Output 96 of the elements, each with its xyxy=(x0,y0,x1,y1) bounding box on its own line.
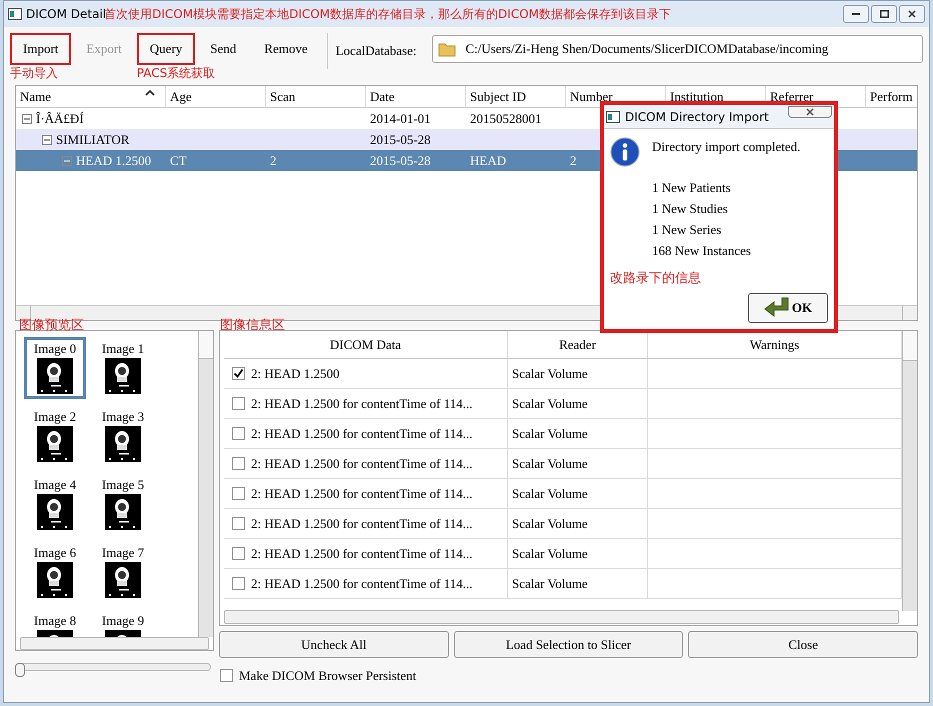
tree-cell-text: SIMILIATOR xyxy=(56,130,130,149)
minimize-icon xyxy=(852,13,860,15)
action-button[interactable]: Uncheck All xyxy=(219,631,449,658)
ok-button[interactable]: OK xyxy=(748,292,828,322)
checkbox[interactable] xyxy=(220,669,233,682)
collapse-icon[interactable] xyxy=(22,114,32,124)
horizontal-scrollbar[interactable] xyxy=(224,610,899,624)
annotation-text: 手动导入 xyxy=(10,66,58,81)
vertical-scrollbar[interactable] xyxy=(902,331,917,611)
database-path-field[interactable]: C:/Users/Zi-Heng Shen/Documents/SlicerDICOMDatabase/incoming xyxy=(432,35,923,63)
maximize-icon xyxy=(880,10,888,18)
maximize-button[interactable] xyxy=(871,5,897,23)
tree-cell-text: 2015-05-28 xyxy=(370,130,431,149)
arrow-icon xyxy=(764,296,790,318)
table-cell-text: 2: HEAD 1.2500 xyxy=(251,364,340,383)
table-cell-text: Scalar Volume xyxy=(512,544,588,563)
collapse-icon[interactable] xyxy=(42,134,52,144)
check-icon xyxy=(233,368,244,379)
column-header[interactable]: Subject ID xyxy=(466,86,566,107)
thumbnail[interactable]: Image 4 xyxy=(24,473,86,535)
table-cell-text: Scalar Volume xyxy=(512,364,588,383)
table-cell-text: 2: HEAD 1.2500 for contentTime of 114... xyxy=(251,394,472,413)
table-cell-text: Scalar Volume xyxy=(512,484,588,503)
tree-cell-text: 2 xyxy=(270,152,276,170)
checkbox[interactable] xyxy=(232,517,245,530)
close-button[interactable] xyxy=(899,5,925,23)
annotation-text: 改路录下的信息 xyxy=(610,270,701,288)
minimize-button[interactable] xyxy=(843,5,869,23)
slider-thumb[interactable] xyxy=(15,663,25,677)
database-label: LocalDatabase: xyxy=(336,42,416,60)
horizontal-scrollbar[interactable] xyxy=(20,637,209,650)
column-header[interactable]: Name xyxy=(16,86,166,107)
action-button[interactable]: Close xyxy=(688,631,918,658)
thumbnail[interactable]: Image 1 xyxy=(92,337,154,399)
checkbox[interactable] xyxy=(232,397,245,410)
table-cell-text: Scalar Volume xyxy=(512,574,588,593)
info-icon xyxy=(610,137,640,167)
column-header[interactable]: DICOM Data xyxy=(224,331,508,358)
toolbar-button[interactable]: Remove xyxy=(251,33,321,65)
table-cell-text: 2: HEAD 1.2500 for contentTime of 114... xyxy=(251,574,472,593)
checkbox[interactable] xyxy=(232,547,245,560)
dialog-title: DICOM Directory Import xyxy=(625,108,769,126)
table-cell-text: Scalar Volume xyxy=(512,394,588,413)
thumbnail[interactable]: Image 7 xyxy=(92,541,154,603)
app-icon xyxy=(8,8,22,20)
checkbox[interactable] xyxy=(232,577,245,590)
thumbnail[interactable]: Image 5 xyxy=(92,473,154,535)
checkbox[interactable] xyxy=(232,427,245,440)
checkbox[interactable] xyxy=(232,487,245,500)
action-button[interactable]: Load Selection to Slicer xyxy=(454,631,684,658)
column-header[interactable]: Perform xyxy=(866,86,917,107)
window-title: DICOM Detail xyxy=(26,6,106,23)
dialog-detail: 168 New Instances xyxy=(652,242,752,260)
table-cell-text: 2: HEAD 1.2500 for contentTime of 114... xyxy=(251,454,472,473)
thumbnail[interactable]: Image 3 xyxy=(92,405,154,467)
thumbnail[interactable]: Image 9 xyxy=(92,609,154,637)
annotation-text: 图像预览区 xyxy=(19,317,84,335)
toolbar-button[interactable]: Import xyxy=(10,33,72,65)
table-cell-text: 2: HEAD 1.2500 for contentTime of 114... xyxy=(251,514,472,533)
sort-caret-icon xyxy=(145,90,155,96)
column-header[interactable]: Age xyxy=(166,86,266,107)
annotation-text: 首次使用DICOM模块需要指定本地DICOM数据库的存储目录，那么所有的DICOM数据都会保存到该目录下 xyxy=(104,6,671,23)
table-cell-text: Scalar Volume xyxy=(512,514,588,533)
app-icon xyxy=(606,110,620,122)
close-icon xyxy=(908,10,916,18)
table-cell-text: Scalar Volume xyxy=(512,424,588,443)
tree-cell-text: HEAD xyxy=(470,152,506,170)
table-cell-text: 2: HEAD 1.2500 for contentTime of 114... xyxy=(251,544,472,563)
tree-cell-text: 20150528001 xyxy=(470,110,542,128)
tree-cell-text: CT xyxy=(170,152,187,170)
thumbnail[interactable]: Image 0 xyxy=(24,337,86,399)
dialog-detail: 1 New Patients xyxy=(652,179,732,197)
checkbox[interactable] xyxy=(232,367,245,380)
tree-cell-text: 2014-01-01 xyxy=(370,110,431,128)
close-icon xyxy=(805,108,815,116)
annotation-text: PACS系统获取 xyxy=(136,66,216,81)
tree-cell-text: 2015-05-28 xyxy=(370,152,431,170)
column-header[interactable]: Date xyxy=(366,86,466,107)
column-header[interactable]: Scan xyxy=(266,86,366,107)
close-button[interactable] xyxy=(788,106,832,118)
dialog-detail: 1 New Studies xyxy=(652,200,729,218)
checkbox[interactable] xyxy=(232,457,245,470)
table-cell-text: 2: HEAD 1.2500 for contentTime of 114... xyxy=(251,484,472,503)
checkbox-label: Make DICOM Browser Persistent xyxy=(239,667,416,685)
vertical-scrollbar[interactable] xyxy=(198,331,213,637)
toolbar-button[interactable]: Query xyxy=(136,33,196,65)
thumbnail[interactable]: Image 2 xyxy=(24,405,86,467)
table-cell-text: 2: HEAD 1.2500 for contentTime of 114... xyxy=(251,424,472,443)
toolbar-button[interactable]: Send xyxy=(197,33,250,65)
dialog-detail: 1 New Series xyxy=(652,221,722,239)
tree-cell-text: 2 xyxy=(570,152,576,170)
table-cell-text: Scalar Volume xyxy=(512,454,588,473)
thumbnail[interactable]: Image 6 xyxy=(24,541,86,603)
tree-cell-text: Î·ÂÄ£ÐÍ xyxy=(36,110,84,128)
thumbnail[interactable]: Image 8 xyxy=(24,609,86,637)
tree-cell-text: HEAD 1.2500 xyxy=(76,152,152,170)
